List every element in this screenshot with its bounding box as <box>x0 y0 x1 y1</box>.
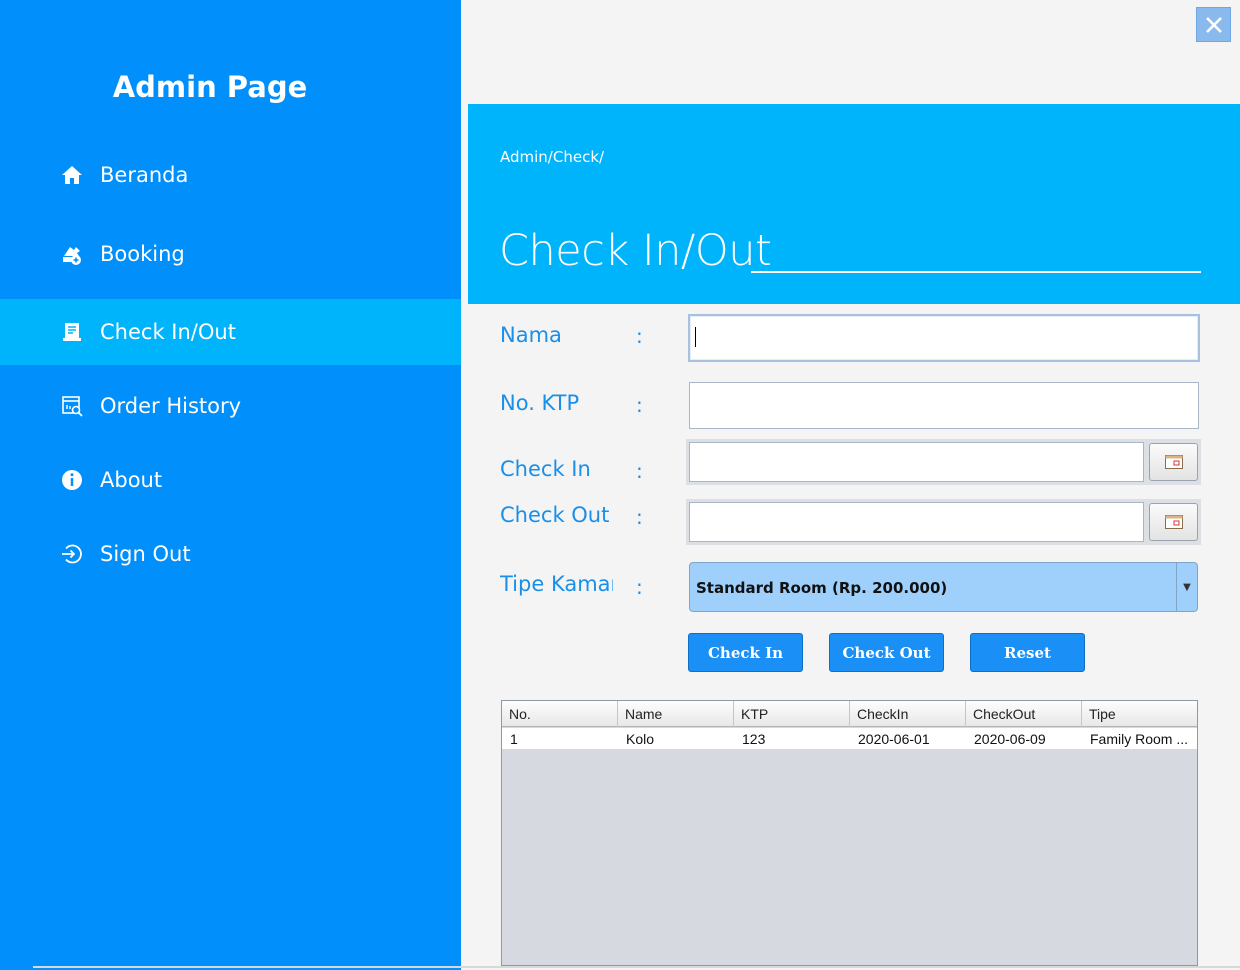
check-out-button[interactable]: Check Out <box>829 633 944 672</box>
order-history-icon <box>59 393 85 419</box>
check-in-calendar-button[interactable] <box>1149 443 1198 481</box>
sidebar-item-label: Booking <box>100 242 185 266</box>
table-row[interactable]: 1 Kolo 123 2020-06-01 2020-06-09 Family … <box>502 728 1197 749</box>
close-icon <box>1205 16 1222 33</box>
table-cell-tipe: Family Room ... <box>1090 731 1189 747</box>
tipe-kamar-selected: Standard Room (Rp. 200.000) <box>696 579 948 597</box>
check-out-colon: : <box>636 505 643 529</box>
table-cell-ktp: 123 <box>742 731 766 747</box>
sign-out-icon <box>59 541 85 567</box>
check-in-colon: : <box>636 459 643 483</box>
sidebar-item-about[interactable]: About <box>0 447 461 513</box>
table-cell-checkin: 2020-06-01 <box>858 731 930 747</box>
nama-input[interactable] <box>688 314 1200 362</box>
calendar-icon <box>1164 455 1183 469</box>
tipe-kamar-colon: : <box>636 575 643 599</box>
check-in-button[interactable]: Check In <box>688 633 803 672</box>
column-header-name[interactable]: Name <box>618 701 734 727</box>
column-header-tipe[interactable]: Tipe <box>1082 701 1197 727</box>
sidebar-item-label: Check In/Out <box>100 320 236 344</box>
text-caret <box>695 327 696 347</box>
booking-table[interactable]: No. Name KTP CheckIn CheckOut Tipe 1 Kol… <box>501 700 1198 966</box>
sidebar-item-label: About <box>100 468 163 492</box>
calendar-icon <box>1164 515 1183 529</box>
tipe-kamar-label: Tipe Kamar <box>500 572 613 596</box>
column-header-checkin[interactable]: CheckIn <box>850 701 966 727</box>
ktp-input[interactable] <box>689 382 1199 429</box>
sidebar-item-label: Sign Out <box>100 542 191 566</box>
close-button[interactable] <box>1196 7 1231 42</box>
sidebar-item-booking[interactable]: Booking <box>0 221 461 287</box>
sidebar-item-check-in-out[interactable]: Check In/Out <box>0 299 461 365</box>
tipe-kamar-select[interactable]: Standard Room (Rp. 200.000) ▼ <box>689 562 1198 612</box>
ktp-label: No. KTP <box>500 391 580 415</box>
nama-colon: : <box>636 324 643 348</box>
bottom-divider <box>33 966 1240 968</box>
info-icon <box>59 467 85 493</box>
sidebar-title: Admin Page <box>112 70 308 104</box>
reset-button[interactable]: Reset <box>970 633 1085 672</box>
home-icon <box>59 162 85 188</box>
check-in-label: Check In <box>500 457 591 481</box>
breadcrumb: Admin/Check/ <box>500 148 605 166</box>
column-header-ktp[interactable]: KTP <box>734 701 850 727</box>
table-cell-name: Kolo <box>626 731 655 747</box>
header-banner: Admin/Check/ Check In/Out <box>468 104 1240 304</box>
table-cell-checkout: 2020-06-09 <box>974 731 1046 747</box>
sidebar: Admin Page Beranda Booking Check In/Out … <box>0 0 461 970</box>
sidebar-item-label: Order History <box>100 394 242 418</box>
dropdown-arrow-icon[interactable]: ▼ <box>1176 563 1197 611</box>
table-header: No. Name KTP CheckIn CheckOut Tipe <box>502 701 1197 727</box>
sidebar-item-sign-out[interactable]: Sign Out <box>0 521 461 587</box>
column-header-no[interactable]: No. <box>502 701 618 727</box>
checkinout-icon <box>59 319 85 345</box>
booking-icon <box>59 241 85 267</box>
sidebar-item-label: Beranda <box>100 163 189 187</box>
ktp-colon: : <box>636 393 643 417</box>
nama-label: Nama <box>500 323 562 347</box>
check-out-date-input[interactable] <box>689 502 1144 542</box>
sidebar-item-order-history[interactable]: Order History <box>0 373 461 439</box>
table-cell-no: 1 <box>510 731 518 747</box>
check-out-calendar-button[interactable] <box>1149 503 1198 541</box>
sidebar-item-beranda[interactable]: Beranda <box>0 142 461 208</box>
column-header-checkout[interactable]: CheckOut <box>966 701 1082 727</box>
check-in-date-input[interactable] <box>689 442 1144 482</box>
check-out-label: Check Out <box>500 503 610 527</box>
page-title: Check In/Out <box>499 226 772 276</box>
title-underline <box>751 271 1201 273</box>
